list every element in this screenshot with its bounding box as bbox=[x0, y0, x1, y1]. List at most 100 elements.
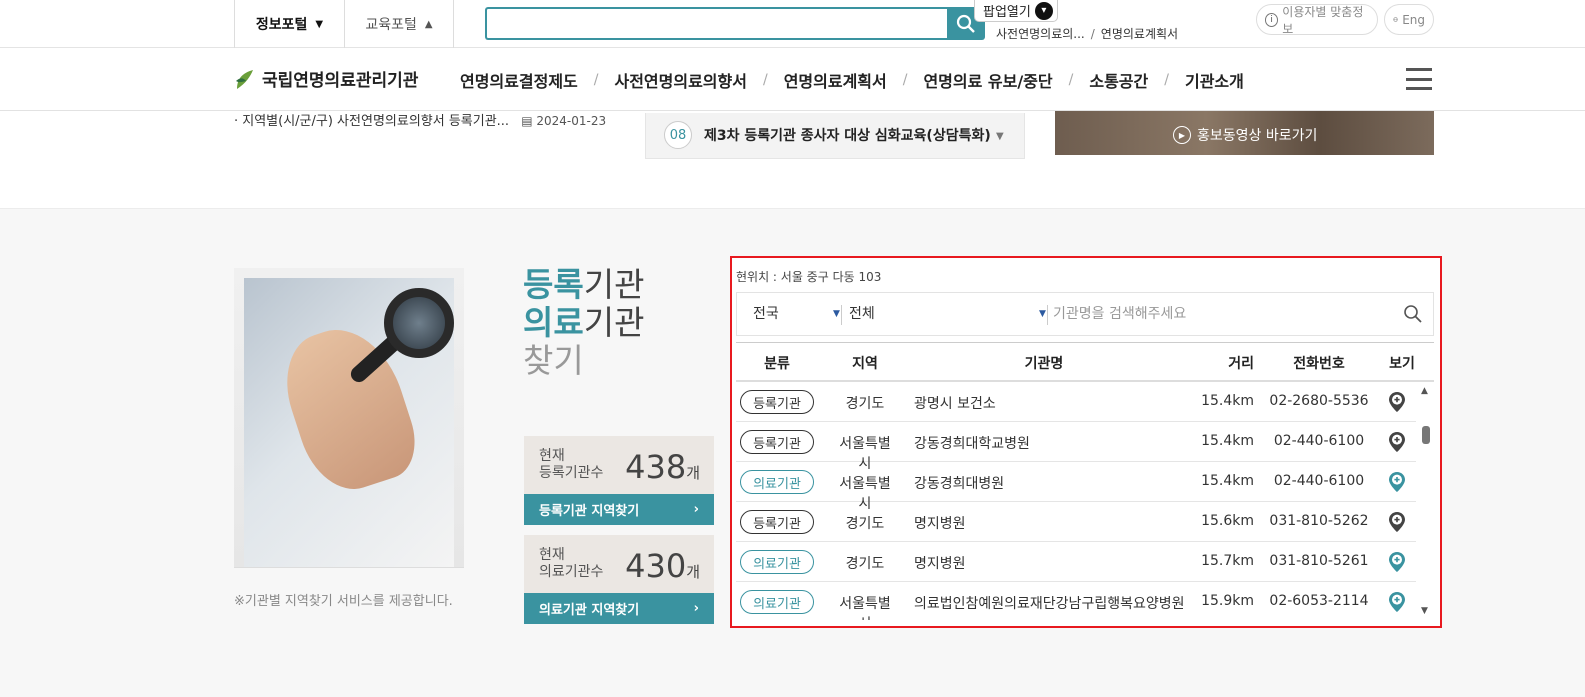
column-header-region: 지역 bbox=[852, 356, 878, 372]
hamburger-menu-icon[interactable] bbox=[1406, 68, 1432, 90]
row-phone: 02-2680-5536 bbox=[1269, 393, 1369, 409]
table-row[interactable]: 등록기관 서울특별시 강동경희대학교병원 15.4km 02-440-6100 bbox=[736, 422, 1416, 472]
popup-open-button[interactable]: 팝업열기 ▾ bbox=[974, 0, 1058, 22]
nav-item-about[interactable]: 기관소개 bbox=[1185, 68, 1244, 92]
breadcrumb-separator: / bbox=[1090, 27, 1095, 41]
finder-caption: ※기관별 지역찾기 서비스를 제공합니다. bbox=[234, 594, 453, 609]
caret-down-icon[interactable]: ▼ bbox=[996, 131, 1004, 142]
site-search-input[interactable] bbox=[485, 7, 947, 40]
schedule-title: 제3차 등록기관 종사자 대상 심화교육(상담특화) bbox=[704, 128, 991, 144]
site-logo[interactable]: 국립연명의료관리기관 bbox=[234, 66, 418, 91]
user-info-button[interactable]: i 이용자별 맞춤정보 bbox=[1256, 4, 1378, 36]
top-bar: 정보포털 ▼ 교육포털 ▲ 팝업열기 ▾ 사전연명의료의... / 연명의료계획서 … bbox=[0, 0, 1585, 48]
results-table-header: 분류 지역 기관명 거리 전화번호 보기 bbox=[736, 342, 1434, 382]
institution-search-input[interactable] bbox=[1053, 302, 1393, 326]
institution-search-panel: 현위치 : 서울 중구 다동 103 전국 ▼ 전체 ▼ 분류 지역 기관명 거… bbox=[730, 256, 1442, 628]
region-select-value: 전국 bbox=[753, 306, 779, 322]
caret-down-icon: ▼ bbox=[315, 18, 324, 30]
map-pin-plus-icon[interactable] bbox=[1388, 471, 1406, 493]
info-portal-label: 정보포털 bbox=[255, 17, 308, 33]
promo-video-label: 홍보동영상 바로가기 bbox=[1197, 128, 1318, 144]
button-label: 등록기관 지역찾기 bbox=[539, 504, 640, 519]
main-navigation: 국립연명의료관리기관 연명의료결정제도 / 사전연명의료의향서 / 연명의료계획서 /… bbox=[0, 48, 1585, 111]
scroll-thumb[interactable] bbox=[1422, 426, 1430, 444]
nav-item-community[interactable]: 소통공간 bbox=[1089, 68, 1148, 92]
row-phone: 02-6053-2114 bbox=[1269, 593, 1369, 609]
row-distance: 15.6km bbox=[1201, 513, 1254, 529]
map-pin-plus-icon[interactable] bbox=[1388, 431, 1406, 453]
medical-count-box: 현재 의료기관수 430개 bbox=[524, 535, 714, 593]
breadcrumb-item[interactable]: 사전연명의료의... bbox=[996, 27, 1085, 41]
type-badge: 등록기관 bbox=[740, 430, 814, 454]
notice-title: · 지역별(시/군/구) 사전연명의료의향서 등록기관... bbox=[234, 114, 510, 129]
row-phone: 031-810-5261 bbox=[1269, 553, 1369, 569]
results-scrollbar[interactable]: ▲ ▼ bbox=[1418, 382, 1434, 620]
chevron-down-icon: ▾ bbox=[1034, 1, 1053, 20]
caret-up-icon: ▲ bbox=[424, 18, 433, 30]
column-header-view: 보기 bbox=[1389, 356, 1415, 372]
heading-text: 찾기 bbox=[523, 341, 584, 380]
type-select[interactable]: 전체 ▼ bbox=[849, 303, 1049, 323]
type-badge: 의료기관 bbox=[740, 470, 814, 494]
nav-separator: / bbox=[593, 72, 599, 88]
column-header-distance: 거리 bbox=[1228, 356, 1254, 372]
medical-region-search-button[interactable]: 의료기관 지역찾기 › bbox=[524, 593, 714, 624]
popup-open-label: 팝업열기 bbox=[983, 5, 1031, 20]
gnb-menu: 연명의료결정제도 / 사전연명의료의향서 / 연명의료계획서 / 연명의료 유보/중단… bbox=[460, 68, 1244, 92]
schedule-item[interactable]: 08 제3차 등록기관 종사자 대상 심화교육(상담특화) ▼ bbox=[645, 113, 1025, 159]
nav-item-withhold[interactable]: 연명의료 유보/중단 bbox=[923, 68, 1052, 92]
row-distance: 15.7km bbox=[1201, 553, 1254, 569]
edu-portal-menu[interactable]: 교육포털 ▲ bbox=[344, 0, 454, 48]
row-region: 경기도 bbox=[845, 516, 885, 532]
row-name: 명지병원 bbox=[914, 516, 966, 532]
map-pin-plus-icon[interactable] bbox=[1388, 391, 1406, 413]
scroll-up-arrow-icon[interactable]: ▲ bbox=[1421, 386, 1428, 396]
nav-item-care-plan[interactable]: 연명의료계획서 bbox=[784, 68, 887, 92]
row-region: 서울특별시 bbox=[839, 596, 891, 620]
language-label: Eng bbox=[1402, 12, 1425, 27]
nav-separator: / bbox=[762, 72, 768, 88]
breadcrumb: 사전연명의료의... / 연명의료계획서 bbox=[996, 25, 1178, 42]
table-row[interactable]: 등록기관 경기도 명지병원 15.6km 031-810-5262 bbox=[736, 502, 1416, 542]
registered-count-value: 438 bbox=[625, 448, 687, 486]
row-phone: 02-440-6100 bbox=[1273, 473, 1365, 489]
search-icon[interactable] bbox=[1403, 304, 1423, 324]
count-unit: 개 bbox=[686, 563, 700, 581]
promo-video-link[interactable]: ▶ 홍보동영상 바로가기 bbox=[1173, 125, 1317, 145]
caret-down-icon: ▼ bbox=[833, 309, 840, 319]
count-label: 현재 bbox=[539, 448, 565, 464]
notice-item[interactable]: · 지역별(시/군/구) 사전연명의료의향서 등록기관... ▤ 2024-01… bbox=[234, 110, 606, 129]
promo-video-banner[interactable]: ▶ 홍보동영상 바로가기 bbox=[1055, 111, 1434, 155]
count-label: 현재 bbox=[539, 547, 565, 563]
table-row[interactable]: 의료기관 경기도 명지병원 15.7km 031-810-5261 bbox=[736, 542, 1416, 582]
leaf-logo-icon bbox=[236, 69, 253, 89]
row-distance: 15.9km bbox=[1201, 593, 1254, 609]
button-label: 의료기관 지역찾기 bbox=[539, 603, 640, 618]
count-label: 등록기관수 bbox=[539, 465, 604, 481]
scroll-down-arrow-icon[interactable]: ▼ bbox=[1421, 606, 1428, 616]
info-portal-menu[interactable]: 정보포털 ▼ bbox=[234, 0, 344, 48]
type-badge: 의료기관 bbox=[740, 590, 814, 614]
type-badge: 등록기관 bbox=[740, 390, 814, 414]
type-select-value: 전체 bbox=[849, 306, 875, 322]
table-row[interactable]: 등록기관 경기도 광명시 보건소 15.4km 02-2680-5536 bbox=[736, 382, 1416, 422]
row-phone: 02-440-6100 bbox=[1273, 433, 1365, 449]
map-pin-plus-icon[interactable] bbox=[1388, 511, 1406, 533]
map-pin-plus-icon[interactable] bbox=[1388, 551, 1406, 573]
search-filter-bar: 전국 ▼ 전체 ▼ bbox=[736, 292, 1434, 336]
nav-separator: / bbox=[902, 72, 908, 88]
breadcrumb-item[interactable]: 연명의료계획서 bbox=[1101, 27, 1178, 41]
region-select[interactable]: 전국 ▼ bbox=[753, 303, 840, 323]
caret-down-icon: ▼ bbox=[1039, 309, 1046, 319]
table-row[interactable]: 의료기관 서울특별시 의료법인참예원의료재단강남구립행복요양병원 15.9km … bbox=[736, 582, 1416, 620]
nav-item-decision-system[interactable]: 연명의료결정제도 bbox=[460, 68, 578, 92]
language-button[interactable]: Eng bbox=[1384, 4, 1434, 35]
registered-count-box: 현재 등록기관수 438개 bbox=[524, 436, 714, 494]
map-pin-plus-icon[interactable] bbox=[1388, 591, 1406, 613]
registered-region-search-button[interactable]: 등록기관 지역찾기 › bbox=[524, 494, 714, 525]
table-row[interactable]: 의료기관 서울특별시 강동경희대병원 15.4km 02-440-6100 bbox=[736, 462, 1416, 512]
row-name: 강동경희대병원 bbox=[914, 476, 1005, 492]
nav-item-advance-directive[interactable]: 사전연명의료의향서 bbox=[614, 68, 746, 92]
column-header-type: 분류 bbox=[764, 356, 790, 372]
column-header-name: 기관명 bbox=[1024, 356, 1064, 372]
